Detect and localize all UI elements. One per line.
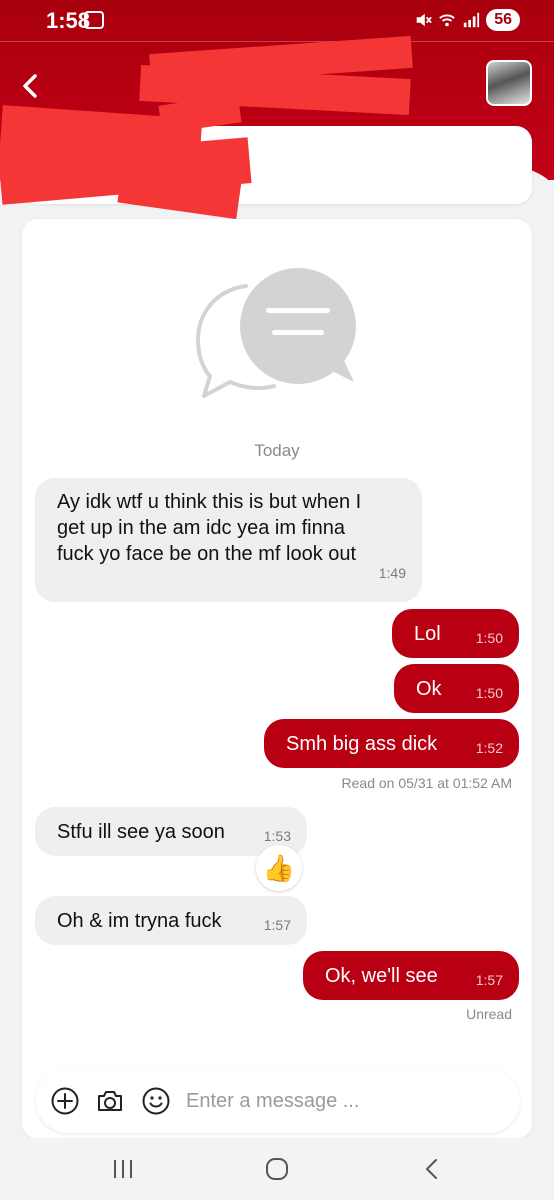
message-text: Lol — [414, 623, 441, 645]
home-icon[interactable] — [262, 1154, 292, 1184]
contact-avatar[interactable] — [486, 60, 532, 106]
delivery-status: Unread — [466, 1006, 512, 1022]
date-divider: Today — [254, 441, 300, 460]
message-text: Oh & im tryna fuck — [57, 910, 222, 932]
back-button[interactable] — [16, 68, 46, 104]
screenshot-icon — [84, 11, 104, 29]
message-text: Stfu ill see ya soon — [57, 821, 225, 843]
camera-icon[interactable] — [95, 1086, 125, 1116]
message-text: Ok, we'll see — [325, 965, 438, 987]
message-input[interactable] — [186, 1081, 506, 1121]
recent-apps-icon[interactable] — [108, 1154, 138, 1184]
wifi-icon — [439, 14, 456, 27]
outgoing-message[interactable]: Smh big ass dick 1:52 — [264, 719, 519, 768]
message-time: 1:49 — [378, 565, 406, 581]
message-time: 1:52 — [475, 740, 503, 756]
mute-icon — [416, 13, 432, 27]
emoji-icon[interactable] — [141, 1086, 171, 1116]
status-icons: 56 — [414, 9, 520, 31]
add-icon[interactable] — [50, 1086, 80, 1116]
incoming-message[interactable]: Ay idk wtf u think this is but when I ge… — [35, 478, 422, 602]
chat-bubbles-icon — [196, 268, 356, 398]
outgoing-message[interactable]: Lol 1:50 — [392, 609, 519, 658]
message-time: 1:57 — [263, 917, 291, 933]
message-time: 1:57 — [475, 972, 503, 988]
battery-indicator: 56 — [486, 9, 520, 31]
outgoing-message[interactable]: Ok, we'll see 1:57 — [303, 951, 519, 1000]
signal-icon — [464, 12, 480, 28]
incoming-message[interactable]: Oh & im tryna fuck 1:57 — [35, 896, 307, 945]
message-text: Ok — [416, 678, 442, 700]
status-bar: 1:58 56 — [0, 0, 554, 42]
outgoing-message[interactable]: Ok 1:50 — [394, 664, 519, 713]
thumbs-up-reaction-icon[interactable]: 👍 — [256, 845, 302, 891]
back-icon[interactable] — [418, 1154, 448, 1184]
read-receipt: Read on 05/31 at 01:52 AM — [341, 775, 512, 791]
message-time: 1:50 — [475, 685, 503, 701]
message-text: Ay idk wtf u think this is but when I ge… — [57, 491, 362, 565]
system-nav-bar — [0, 1138, 554, 1200]
message-time: 1:50 — [475, 630, 503, 646]
message-composer — [36, 1069, 520, 1133]
message-text: Smh big ass dick — [286, 733, 438, 755]
